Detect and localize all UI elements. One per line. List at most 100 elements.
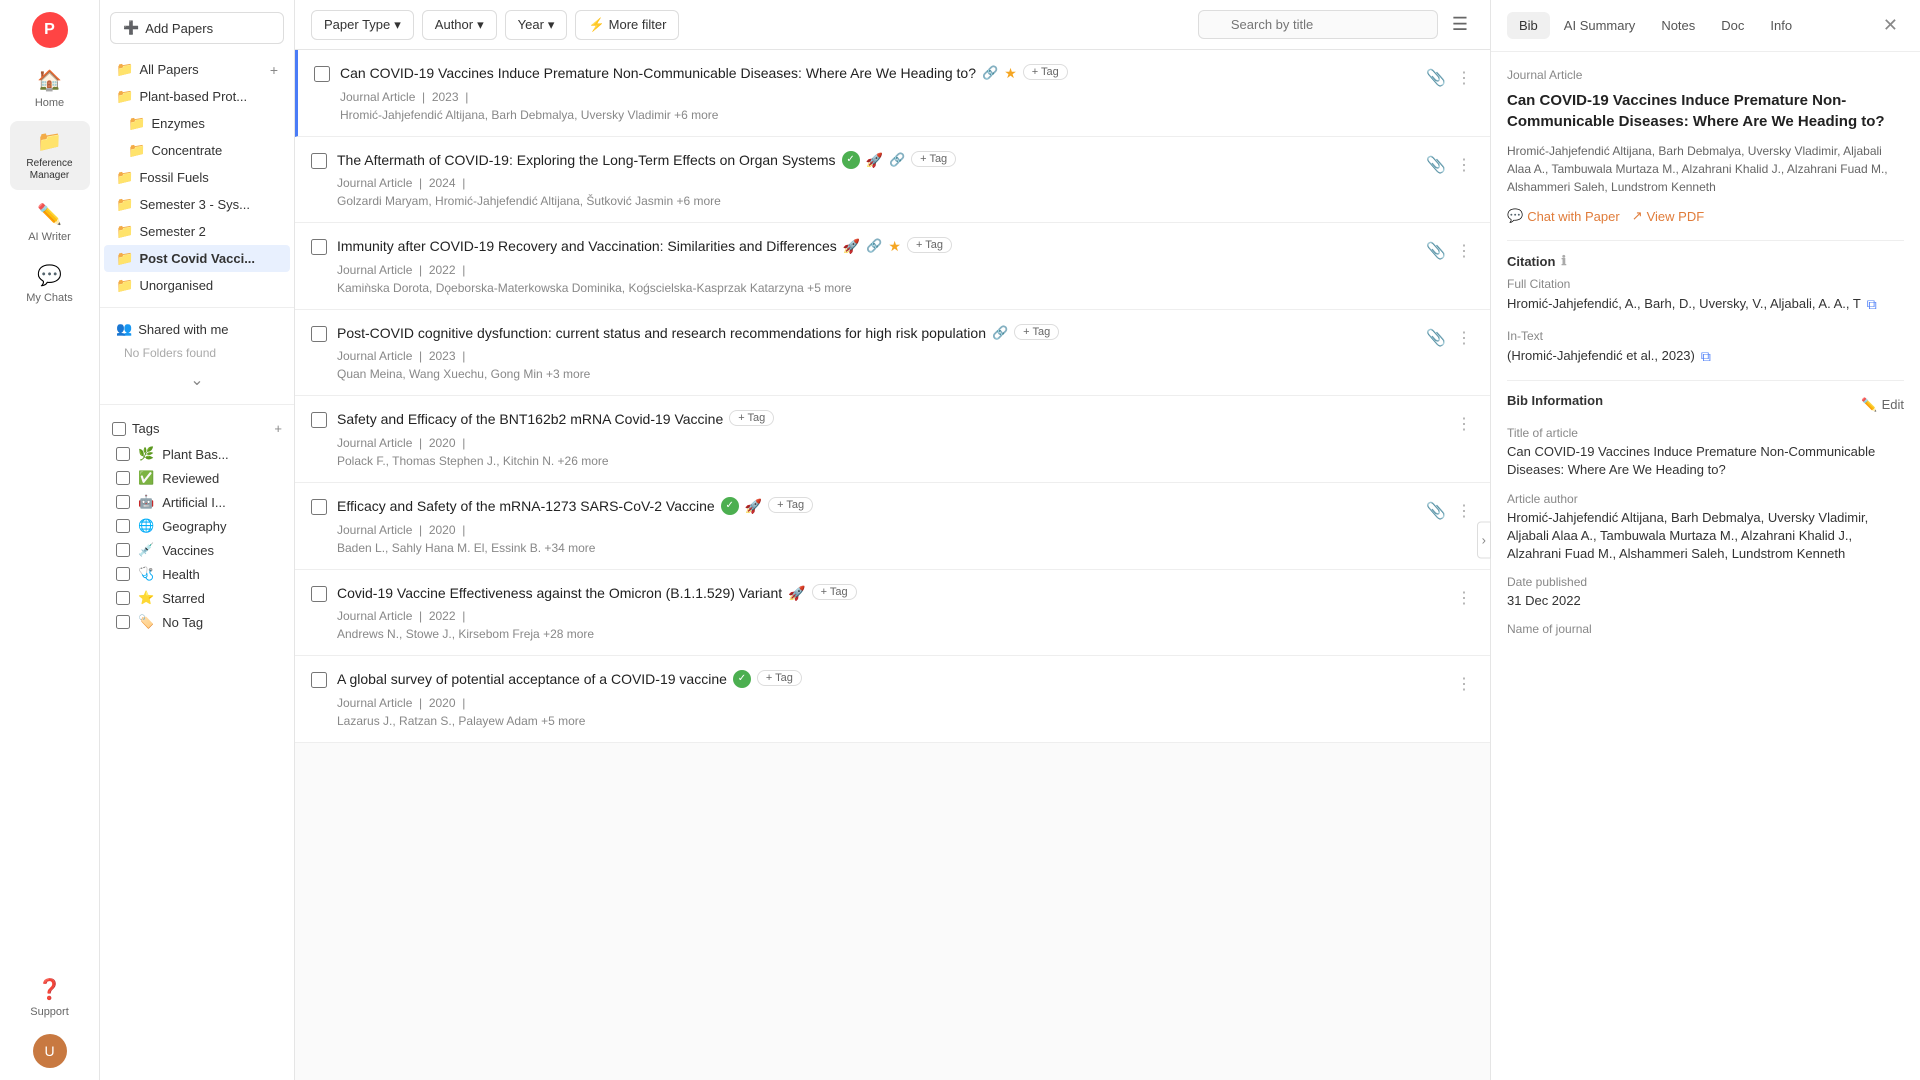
tree-item-semester3[interactable]: 📁 Semester 3 - Sys...: [104, 191, 290, 218]
star-icon-3[interactable]: ★: [888, 237, 901, 257]
tag-checkbox-starred[interactable]: [116, 591, 130, 605]
tree-item-post-covid[interactable]: 📁 Post Covid Vacci...: [104, 245, 290, 272]
tree-item-shared[interactable]: 👥 Shared with me: [104, 316, 290, 342]
paper-item-5[interactable]: Safety and Efficacy of the BNT162b2 mRNA…: [295, 396, 1490, 483]
attachment-icon-2[interactable]: 📎: [1424, 153, 1448, 177]
add-tag-button-7[interactable]: + Tag: [812, 584, 857, 600]
tags-all-checkbox[interactable]: [112, 422, 126, 436]
author-filter[interactable]: Author ▾: [422, 10, 497, 40]
tree-item-unorganised[interactable]: 📁 Unorganised: [104, 272, 290, 299]
star-icon-1[interactable]: ★: [1004, 64, 1017, 84]
tag-checkbox-notag[interactable]: [116, 615, 130, 629]
sidebar-item-home[interactable]: 🏠 Home: [10, 60, 90, 117]
tree-item-semester2[interactable]: 📁 Semester 2: [104, 218, 290, 245]
view-pdf-link[interactable]: ↗ View PDF: [1632, 208, 1704, 224]
paper-item-6[interactable]: Efficacy and Safety of the mRNA-1273 SAR…: [295, 483, 1490, 570]
tree-item-concentrate[interactable]: 📁 Concentrate: [104, 137, 290, 164]
more-icon-2[interactable]: ⋮: [1454, 153, 1474, 177]
add-tag-button-5[interactable]: + Tag: [729, 410, 774, 426]
tree-item-all-papers[interactable]: 📁 All Papers +: [104, 56, 290, 83]
collapse-chevron[interactable]: ⌄: [100, 364, 294, 396]
more-icon-6[interactable]: ⋮: [1454, 499, 1474, 523]
chevron-down-icon: ▾: [394, 17, 401, 33]
sidebar-item-ai-writer[interactable]: ✏️ AI Writer: [10, 194, 90, 251]
sidebar-item-my-chats[interactable]: 💬 My Chats: [10, 255, 90, 312]
bib-field-journal: Name of journal: [1507, 622, 1904, 636]
add-tag-button-8[interactable]: + Tag: [757, 670, 802, 686]
tag-item-plant-bas[interactable]: 🌿 Plant Bas...: [112, 442, 282, 466]
more-icon-4[interactable]: ⋮: [1454, 326, 1474, 350]
tab-bib[interactable]: Bib: [1507, 12, 1550, 39]
copy-full-citation-icon[interactable]: ⧉: [1867, 295, 1877, 315]
sidebar-label-chats: My Chats: [26, 292, 72, 304]
paper-item-2[interactable]: The Aftermath of COVID-19: Exploring the…: [295, 137, 1490, 224]
year-filter[interactable]: Year ▾: [505, 10, 568, 40]
paper-checkbox-4[interactable]: [311, 326, 327, 342]
paper-checkbox-6[interactable]: [311, 499, 327, 515]
paper-checkbox-3[interactable]: [311, 239, 327, 255]
tag-item-reviewed[interactable]: ✅ Reviewed: [112, 466, 282, 490]
ai-writer-icon: ✏️: [37, 202, 62, 227]
paper-checkbox-1[interactable]: [314, 66, 330, 82]
paper-checkbox-7[interactable]: [311, 586, 327, 602]
add-tag-button-1[interactable]: + Tag: [1023, 64, 1068, 80]
paper-item-1[interactable]: Can COVID-19 Vaccines Induce Premature N…: [295, 50, 1490, 137]
plus-icon-all-papers[interactable]: +: [270, 62, 278, 78]
tag-checkbox-vaccines[interactable]: [116, 543, 130, 557]
avatar[interactable]: U: [33, 1034, 67, 1068]
copy-in-text-icon[interactable]: ⧉: [1701, 347, 1711, 367]
add-tag-button-6[interactable]: + Tag: [768, 497, 813, 513]
hamburger-menu-icon[interactable]: ☰: [1446, 8, 1474, 41]
tags-header[interactable]: Tags +: [112, 421, 282, 436]
tag-label-reviewed: Reviewed: [162, 471, 219, 486]
paper-item-3[interactable]: Immunity after COVID-19 Recovery and Vac…: [295, 223, 1490, 310]
attachment-icon-1[interactable]: 📎: [1424, 66, 1448, 90]
paper-checkbox-8[interactable]: [311, 672, 327, 688]
paper-checkbox-2[interactable]: [311, 153, 327, 169]
tab-ai-summary[interactable]: AI Summary: [1552, 12, 1648, 39]
sidebar-item-support[interactable]: ❓ Support: [10, 969, 90, 1026]
tag-item-health[interactable]: 🩺 Health: [112, 562, 282, 586]
add-tag-button-3[interactable]: + Tag: [907, 237, 952, 253]
paper-item-7[interactable]: Covid-19 Vaccine Effectiveness against t…: [295, 570, 1490, 657]
tree-item-enzymes[interactable]: 📁 Enzymes: [104, 110, 290, 137]
attachment-icon-6[interactable]: 📎: [1424, 499, 1448, 523]
tab-notes[interactable]: Notes: [1649, 12, 1707, 39]
add-tag-icon[interactable]: +: [274, 421, 282, 436]
tree-item-plant-based[interactable]: 📁 Plant-based Prot...: [104, 83, 290, 110]
tag-item-vaccines[interactable]: 💉 Vaccines: [112, 538, 282, 562]
add-papers-button[interactable]: ➕ Add Papers: [110, 12, 284, 44]
tag-checkbox-reviewed[interactable]: [116, 471, 130, 485]
tab-info[interactable]: Info: [1758, 12, 1804, 39]
sidebar-item-reference-manager[interactable]: 📁 ReferenceManager: [10, 121, 90, 190]
paper-item-4[interactable]: Post-COVID cognitive dysfunction: curren…: [295, 310, 1490, 397]
more-icon-8[interactable]: ⋮: [1454, 672, 1474, 696]
paper-type-filter[interactable]: Paper Type ▾: [311, 10, 414, 40]
add-tag-button-4[interactable]: + Tag: [1014, 324, 1059, 340]
more-icon-5[interactable]: ⋮: [1454, 412, 1474, 436]
more-icon-7[interactable]: ⋮: [1454, 586, 1474, 610]
more-filter-button[interactable]: ⚡ More filter: [575, 10, 679, 40]
paper-item-8[interactable]: A global survey of potential acceptance …: [295, 656, 1490, 743]
tag-item-starred[interactable]: ⭐ Starred: [112, 586, 282, 610]
tag-item-geography[interactable]: 🌐 Geography: [112, 514, 282, 538]
search-input[interactable]: [1198, 10, 1438, 39]
add-tag-button-2[interactable]: + Tag: [911, 151, 956, 167]
tab-doc[interactable]: Doc: [1709, 12, 1756, 39]
tag-checkbox-ai[interactable]: [116, 495, 130, 509]
more-icon-3[interactable]: ⋮: [1454, 239, 1474, 263]
paper-actions-1: 📎 ⋮: [1424, 64, 1474, 122]
tag-item-no-tag[interactable]: 🏷️ No Tag: [112, 610, 282, 634]
tag-item-artificial[interactable]: 🤖 Artificial I...: [112, 490, 282, 514]
tag-checkbox-plant[interactable]: [116, 447, 130, 461]
more-icon-1[interactable]: ⋮: [1454, 66, 1474, 90]
tree-item-fossil-fuels[interactable]: 📁 Fossil Fuels: [104, 164, 290, 191]
tag-checkbox-health[interactable]: [116, 567, 130, 581]
edit-button[interactable]: ✏️ Edit: [1861, 397, 1904, 413]
tag-checkbox-geo[interactable]: [116, 519, 130, 533]
attachment-icon-3[interactable]: 📎: [1424, 239, 1448, 263]
attachment-icon-4[interactable]: 📎: [1424, 326, 1448, 350]
paper-checkbox-5[interactable]: [311, 412, 327, 428]
chat-with-paper-link[interactable]: 💬 Chat with Paper: [1507, 208, 1620, 224]
close-button[interactable]: ✕: [1877, 13, 1904, 38]
